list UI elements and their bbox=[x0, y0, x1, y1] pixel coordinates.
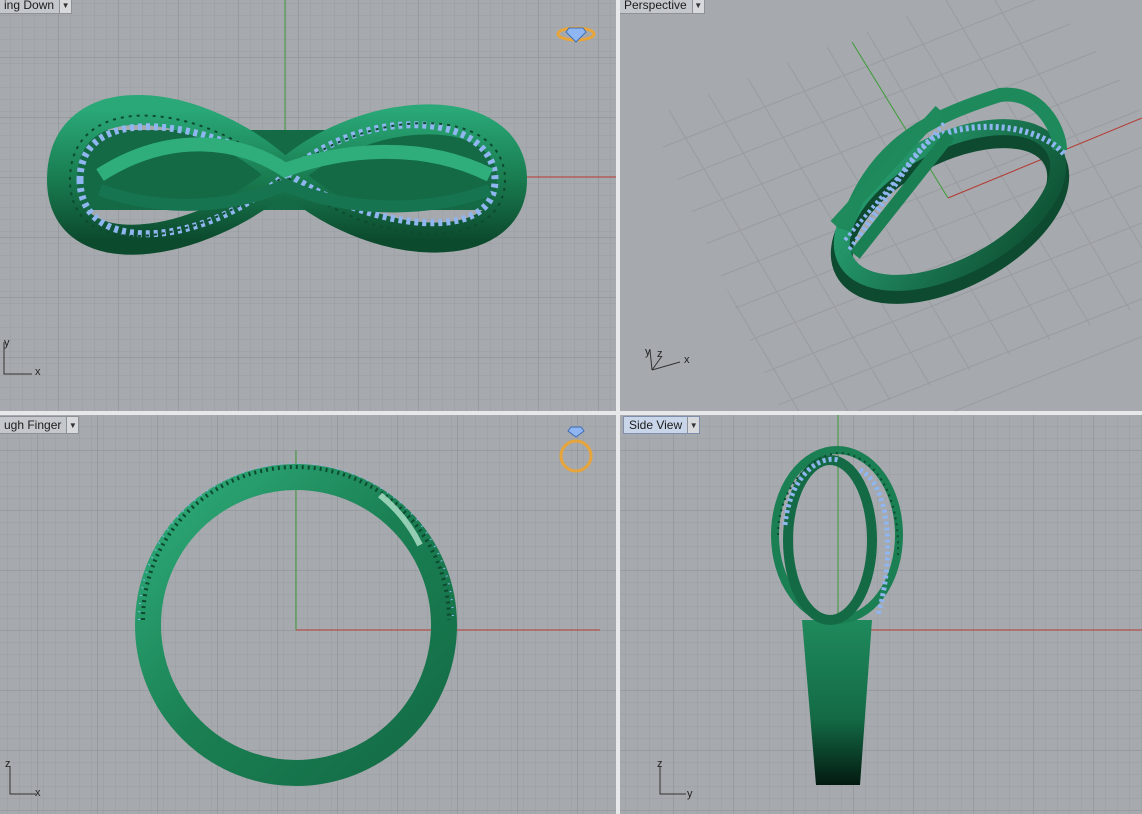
ring-perspective-view bbox=[830, 87, 1070, 304]
viewport-splitter-vertical[interactable] bbox=[616, 0, 620, 814]
viewport-side-view[interactable]: Side View ▼ z y bbox=[620, 415, 1142, 814]
chevron-down-icon[interactable]: ▼ bbox=[687, 417, 700, 433]
viewport-title-bar[interactable]: Perspective ▼ bbox=[620, 0, 705, 14]
axis-label-horizontal: x bbox=[35, 787, 41, 799]
viewport-canvas[interactable] bbox=[620, 415, 1142, 814]
viewport-title: Perspective bbox=[624, 0, 687, 12]
viewport-splitter-horizontal[interactable] bbox=[0, 411, 1142, 415]
axis-label-vertical: y bbox=[645, 346, 651, 358]
viewport-perspective[interactable]: Perspective ▼ y z x bbox=[620, 0, 1142, 411]
axis-label-horizontal: x bbox=[35, 366, 41, 378]
viewport-canvas[interactable] bbox=[0, 415, 616, 814]
axis-label-vertical: z bbox=[5, 758, 11, 770]
axis-label-horizontal: y bbox=[687, 788, 693, 800]
viewport-canvas[interactable] bbox=[0, 0, 616, 411]
axis-label-vertical: y bbox=[4, 337, 10, 349]
viewport-title-bar[interactable]: ugh Finger ▼ bbox=[0, 416, 80, 434]
viewport-title-bar[interactable]: ing Down ▼ bbox=[0, 0, 73, 14]
axis-label-depth: z bbox=[657, 348, 663, 360]
chevron-down-icon[interactable]: ▼ bbox=[691, 0, 704, 13]
ring-front-view-icon bbox=[559, 426, 593, 473]
viewport-title: Side View bbox=[629, 418, 683, 432]
chevron-down-icon[interactable]: ▼ bbox=[66, 417, 79, 433]
chevron-down-icon[interactable]: ▼ bbox=[59, 0, 72, 13]
viewport-title: ing Down bbox=[4, 0, 55, 12]
axis-label-vertical: z bbox=[657, 758, 663, 770]
viewport-title: ugh Finger bbox=[4, 418, 62, 432]
viewport-looking-through-finger[interactable]: ugh Finger ▼ z x bbox=[0, 415, 616, 814]
axis-label-horizontal: x bbox=[684, 354, 690, 366]
viewport-title-bar[interactable]: Side View ▼ bbox=[623, 416, 701, 434]
viewport-looking-down[interactable]: ing Down ▼ y x bbox=[0, 0, 616, 411]
ring-top-view-icon bbox=[556, 26, 596, 43]
